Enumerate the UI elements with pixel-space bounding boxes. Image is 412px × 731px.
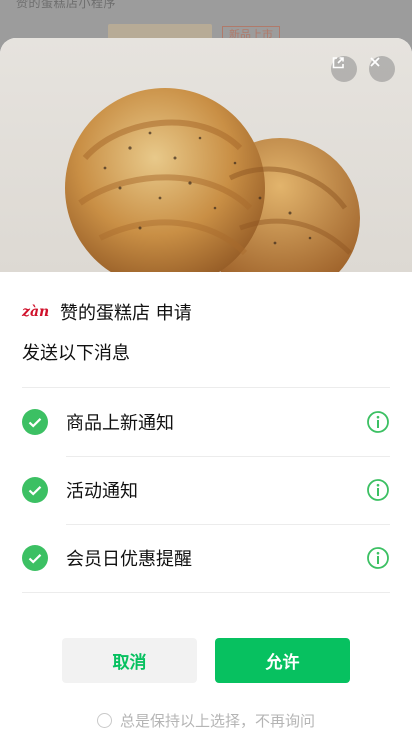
info-icon[interactable] [366, 546, 390, 570]
checked-icon[interactable] [22, 477, 48, 503]
checked-icon[interactable] [22, 545, 48, 571]
remember-choice[interactable]: 总是保持以上选择，不再询问 [22, 710, 390, 731]
checked-icon[interactable] [22, 409, 48, 435]
subscription-sheet: zàn 赞的蛋糕店 申请 发送以下消息 商品上新通知 活动通知 会员日优惠提醒 … [0, 38, 412, 731]
info-icon[interactable] [366, 478, 390, 502]
hero-image [0, 38, 412, 272]
radio-unchecked-icon[interactable] [96, 713, 112, 728]
list-item[interactable]: 会员日优惠提醒 [22, 524, 390, 592]
action-buttons: 取消 允许 [22, 638, 390, 683]
list-item-label: 会员日优惠提醒 [66, 549, 192, 570]
list-item[interactable]: 商品上新通知 [22, 388, 390, 456]
close-icon [370, 57, 380, 67]
close-button[interactable] [369, 56, 395, 82]
app-title: 赞的蛋糕店 申请 [60, 303, 192, 324]
list-item[interactable]: 活动通知 [22, 456, 390, 524]
remember-choice-label: 总是保持以上选择，不再询问 [119, 712, 315, 730]
app-header: zàn 赞的蛋糕店 申请 [22, 299, 390, 325]
allow-button[interactable]: 允许 [215, 638, 350, 683]
background-title: 赞的蛋糕店小程序 [16, 0, 117, 10]
list-item-label: 活动通知 [66, 481, 138, 502]
list-item-label: 商品上新通知 [66, 413, 174, 434]
divider [22, 592, 390, 593]
share-icon [332, 57, 344, 69]
message-list: 商品上新通知 活动通知 会员日优惠提醒 [22, 388, 390, 592]
info-icon[interactable] [366, 410, 390, 434]
app-logo: zàn [22, 304, 50, 320]
request-subtitle: 发送以下消息 [22, 343, 130, 364]
share-button[interactable] [331, 56, 357, 82]
cancel-button[interactable]: 取消 [62, 638, 197, 683]
